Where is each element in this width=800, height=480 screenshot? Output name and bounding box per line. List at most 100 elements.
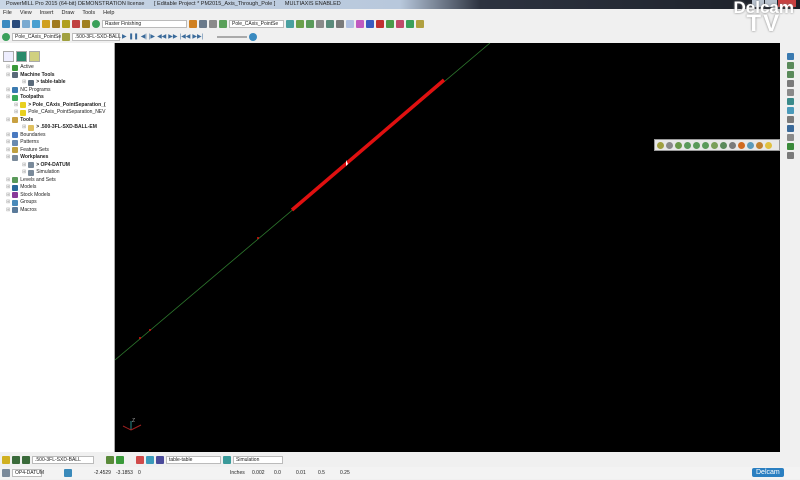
save-icon[interactable] [12,20,20,28]
simulation-select[interactable]: Simulation [233,456,283,464]
explorer-item[interactable]: ⊞ Models [0,184,114,192]
sim-tool-select[interactable]: .500-3FL-SXD-BALL [72,32,121,41]
explorer-item[interactable]: ⊞ NC Programs [0,87,114,95]
wireframe-icon[interactable] [786,116,794,123]
workplane-select[interactable]: OP4-DATUM [12,469,44,477]
view-bottom-icon[interactable] [729,141,736,149]
expand-icon[interactable]: ⊞ [22,169,26,177]
menu-draw[interactable]: Draw [61,9,74,17]
calculate-icon[interactable] [189,20,197,28]
view-iso-icon[interactable] [296,20,304,28]
expand-icon[interactable]: ⊞ [6,207,10,215]
shade-icon[interactable] [786,107,794,114]
explorer-item[interactable]: ⊞ Active [0,64,114,72]
expand-icon[interactable]: ⊞ [6,147,10,155]
settings-icon[interactable] [199,20,207,28]
leads-icon[interactable] [62,20,70,28]
expand-icon[interactable]: ⊞ [6,177,10,185]
expand-icon[interactable]: ⊞ [22,124,26,132]
expand-icon[interactable]: ⊞ [6,132,10,140]
menu-file[interactable]: File [3,9,12,17]
globe-icon[interactable] [747,141,754,149]
axis-icon[interactable] [386,20,394,28]
pause-icon[interactable]: ❚❚ [129,33,139,40]
block-icon[interactable] [32,20,40,28]
expand-icon[interactable]: ⊞ [6,154,10,162]
verify-icon[interactable] [219,20,227,28]
expand-icon[interactable]: ⊞ [22,162,26,170]
explorer-item[interactable]: ⊞ Levels and Sets [0,177,114,185]
view-side-icon[interactable] [702,141,709,149]
view-top-icon[interactable] [684,141,691,149]
shade-icon[interactable] [346,20,354,28]
clock-icon[interactable] [249,32,258,41]
light-icon[interactable] [765,141,772,149]
explorer-item[interactable]: ⊞ Machine Tools [0,72,114,80]
view-left-icon[interactable] [720,141,727,149]
step-forward-icon[interactable]: |▶ [149,33,155,40]
zoom-box-icon[interactable] [786,80,794,87]
expand-icon[interactable]: ⊞ [6,184,10,192]
explorer-item[interactable]: ⊞ Pole_CAxis_PointSeparation_NEV [0,109,114,117]
explorer-item[interactable]: ⊞ > .500-3FL-SXD-BALL-EM [0,124,114,132]
menu-help[interactable]: Help [103,9,114,17]
view-icon[interactable] [786,53,794,60]
speed-slider[interactable] [217,35,248,38]
notes-tab[interactable] [29,51,40,62]
filter-icon[interactable] [666,141,673,149]
tool-icon[interactable] [42,20,50,28]
wireframe-icon[interactable] [356,20,364,28]
boundary-icon[interactable] [72,20,80,28]
measure-icon[interactable] [786,134,794,141]
zoom-icon[interactable] [326,20,334,28]
list-icon[interactable] [209,20,217,28]
rewind-icon[interactable]: ◀◀ [157,33,166,40]
explorer-item[interactable]: ⊞ > OP4-DATUM [0,162,114,170]
view-back-icon[interactable] [711,141,718,149]
explorer-item[interactable]: ⊞ Toolpaths [0,94,114,102]
step-back-icon[interactable]: ◀| [141,33,147,40]
selected-toolpath-segment[interactable] [290,78,446,212]
play-icon[interactable]: ▶ [122,33,127,40]
holder-shade-icon[interactable] [22,456,30,464]
expand-icon[interactable]: ⊞ [14,102,18,110]
view-iso-icon[interactable] [675,141,682,149]
open-icon[interactable] [2,20,10,28]
view-top-icon[interactable] [306,20,314,28]
explorer-item[interactable]: ⊞ Groups [0,199,114,207]
machine-icon[interactable] [156,456,164,464]
explorer-item[interactable]: ⊞ Stock Models [0,192,114,200]
explorer-item[interactable]: ⊞ > table-table [0,79,114,87]
explorer-item[interactable]: ⊞ Patterns [0,139,114,147]
stock-icon[interactable] [82,20,90,28]
zoom-in-icon[interactable] [786,62,794,69]
sim-icon[interactable] [223,456,231,464]
expand-icon[interactable]: ⊞ [6,139,10,147]
workplane-icon[interactable] [106,456,114,464]
explorer-tab[interactable] [3,51,14,62]
edit-icon[interactable] [116,456,124,464]
draw-icon[interactable] [396,20,404,28]
gouge-icon[interactable] [146,456,154,464]
section-icon[interactable] [786,152,794,159]
fit-icon[interactable] [336,20,344,28]
surface-icon[interactable] [366,20,374,28]
tool-holder-icon[interactable] [2,456,10,464]
expand-icon[interactable]: ⊞ [6,72,10,80]
expand-icon[interactable]: ⊞ [6,64,10,72]
explorer-item[interactable]: ⊞ Feature Sets [0,147,114,155]
menu-view[interactable]: View [20,9,32,17]
view-front-icon[interactable] [693,141,700,149]
collision-icon[interactable] [136,456,144,464]
view-front-icon[interactable] [316,20,324,28]
display-icon[interactable] [786,125,794,132]
sim-toolpath-select[interactable]: Pole_CAxis_PointSe [12,32,61,41]
pan-icon[interactable] [786,89,794,96]
explorer-item[interactable]: ⊞ > Pole_CAxis_PointSeparation_( [0,102,114,110]
expand-icon[interactable]: ⊞ [6,117,10,125]
explorer-item[interactable]: ⊞ Tools [0,117,114,125]
menu-insert[interactable]: Insert [40,9,54,17]
expand-icon[interactable]: ⊞ [6,192,10,200]
measure-icon[interactable] [406,20,414,28]
view-icon[interactable] [286,20,294,28]
